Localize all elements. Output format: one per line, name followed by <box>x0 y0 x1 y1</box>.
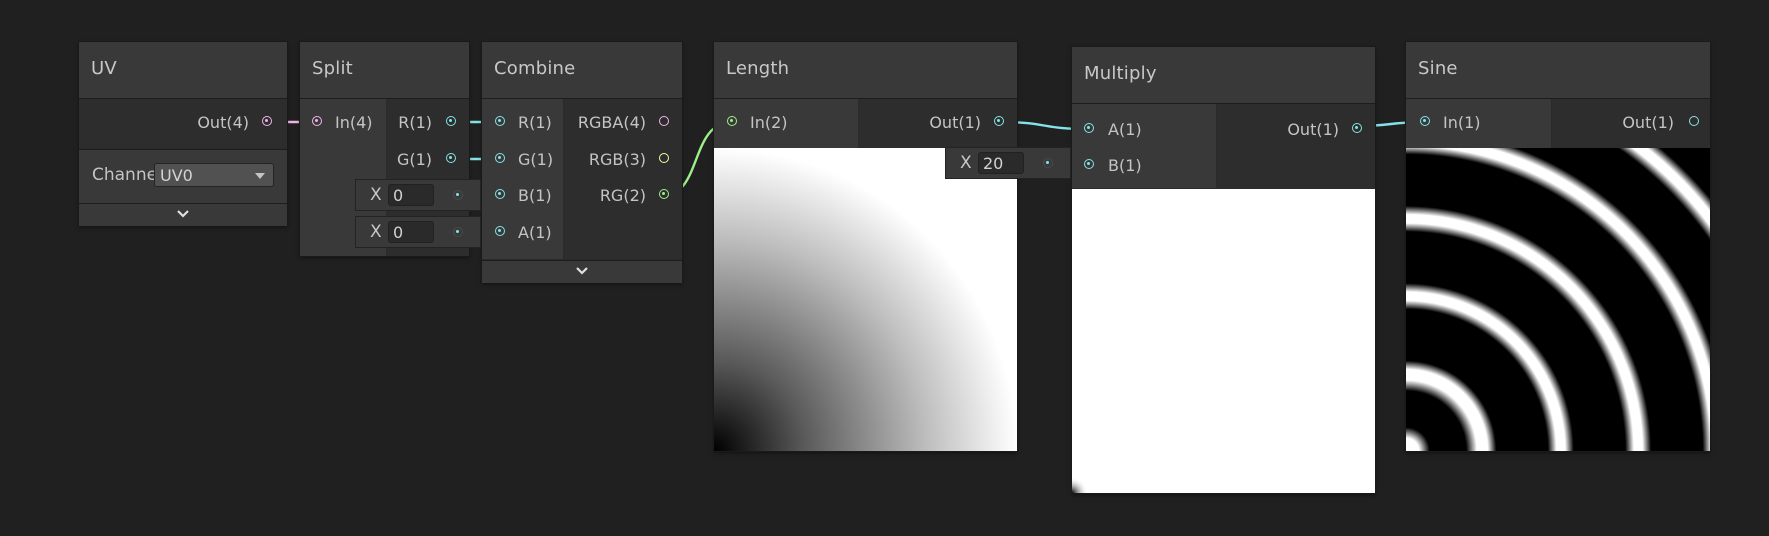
combine-in-a-port[interactable] <box>495 226 505 236</box>
multiply-b-inline-field[interactable]: X 20 <box>946 148 1070 178</box>
multiply-out-port[interactable] <box>1352 123 1362 133</box>
length-inputs: In(2) <box>714 99 858 148</box>
combine-b-inline-port <box>453 190 463 200</box>
uv-outputs: Out(4) <box>79 99 287 148</box>
length-node-title: Length <box>726 58 790 79</box>
combine-expand-button[interactable] <box>482 260 682 283</box>
uv-expand-button[interactable] <box>79 203 287 226</box>
channel-dropdown[interactable]: UV0 <box>154 163 274 187</box>
combine-out-rgba-port[interactable] <box>659 116 669 126</box>
sine-out-label: Out(1) <box>1622 113 1674 132</box>
sine-node[interactable]: Sine In(1) Out(1) <box>1406 42 1710 451</box>
multiply-node[interactable]: Multiply A(1) B(1) Out(1) <box>1072 47 1375 493</box>
sine-preview-image <box>1406 148 1710 451</box>
combine-b-x-label: X <box>370 185 382 205</box>
multiply-in-a-label: A(1) <box>1108 120 1142 139</box>
combine-in-g-label: G(1) <box>518 150 554 169</box>
uv-controls: Channe UV0 <box>79 149 287 203</box>
length-out-label: Out(1) <box>929 113 981 132</box>
multiply-in-b-label: B(1) <box>1108 156 1142 175</box>
sine-preview <box>1406 148 1710 451</box>
multiply-b-x-input[interactable]: 20 <box>978 152 1024 174</box>
combine-out-rgb-port[interactable] <box>659 153 669 163</box>
combine-node-title: Combine <box>494 58 576 79</box>
combine-a-inline-field[interactable]: X 0 <box>356 217 480 247</box>
split-out-r-label: R(1) <box>398 113 432 132</box>
split-out-g-port[interactable] <box>446 153 456 163</box>
multiply-outputs: Out(1) <box>1217 104 1375 188</box>
length-node[interactable]: Length In(2) Out(1) <box>714 42 1017 451</box>
combine-in-g-port[interactable] <box>495 153 505 163</box>
split-node-header[interactable]: Split <box>300 42 469 99</box>
combine-in-b-label: B(1) <box>518 186 552 205</box>
combine-out-rg-label: RG(2) <box>599 186 646 205</box>
multiply-inputs: A(1) B(1) <box>1072 104 1216 188</box>
multiply-b-inline-port <box>1043 158 1053 168</box>
combine-b-x-input[interactable]: 0 <box>388 184 434 206</box>
sine-in-port[interactable] <box>1420 116 1430 126</box>
length-node-header[interactable]: Length <box>714 42 1017 99</box>
multiply-node-header[interactable]: Multiply <box>1072 47 1375 104</box>
split-node-title: Split <box>312 58 353 79</box>
split-out-g-label: G(1) <box>396 150 432 169</box>
combine-a-inline-port <box>453 227 463 237</box>
multiply-preview-image <box>1072 189 1375 493</box>
chevron-down-icon <box>177 210 189 218</box>
multiply-preview <box>1072 189 1375 493</box>
combine-a-x-input[interactable]: 0 <box>388 221 434 243</box>
multiply-node-title: Multiply <box>1084 63 1157 84</box>
multiply-in-b-port[interactable] <box>1084 159 1094 169</box>
combine-inputs: R(1) G(1) B(1) A(1) <box>482 99 563 259</box>
combine-b-inline-field[interactable]: X 0 <box>356 180 480 210</box>
combine-out-rg-port[interactable] <box>659 189 669 199</box>
multiply-in-a-port[interactable] <box>1084 123 1094 133</box>
length-preview-image <box>714 148 1017 451</box>
split-out-r-port[interactable] <box>446 116 456 126</box>
sine-inputs: In(1) <box>1406 99 1551 148</box>
channel-dropdown-value: UV0 <box>160 166 193 185</box>
combine-out-rgb-label: RGB(3) <box>588 150 646 169</box>
channel-label: Channe <box>92 165 158 185</box>
chevron-down-icon <box>255 173 265 179</box>
combine-node[interactable]: Combine R(1) G(1) B(1) A(1) RGBA(4) RGB(… <box>482 42 682 283</box>
combine-in-b-port[interactable] <box>495 189 505 199</box>
combine-out-rgba-label: RGBA(4) <box>577 113 646 132</box>
combine-in-r-label: R(1) <box>518 113 552 132</box>
length-in-port[interactable] <box>727 116 737 126</box>
length-in-label: In(2) <box>750 113 788 132</box>
length-outputs: Out(1) <box>859 99 1017 148</box>
sine-in-label: In(1) <box>1443 113 1481 132</box>
split-in-port[interactable] <box>312 116 322 126</box>
chevron-down-icon <box>576 267 588 275</box>
split-in-label: In(4) <box>335 113 373 132</box>
sine-node-header[interactable]: Sine <box>1406 42 1710 99</box>
multiply-out-label: Out(1) <box>1287 120 1339 139</box>
length-out-port[interactable] <box>994 116 1004 126</box>
uv-out-label: Out(4) <box>197 113 249 132</box>
sine-outputs: Out(1) <box>1552 99 1710 148</box>
uv-out-port[interactable] <box>262 116 272 126</box>
sine-out-port[interactable] <box>1689 116 1699 126</box>
uv-node[interactable]: UV Out(4) Channe UV0 <box>79 42 287 226</box>
sine-node-title: Sine <box>1418 58 1458 79</box>
combine-outputs: RGBA(4) RGB(3) RG(2) <box>564 99 682 259</box>
combine-in-r-port[interactable] <box>495 116 505 126</box>
combine-a-x-label: X <box>370 222 382 242</box>
length-preview <box>714 148 1017 451</box>
combine-node-header[interactable]: Combine <box>482 42 682 99</box>
multiply-b-x-label: X <box>960 153 972 173</box>
combine-in-a-label: A(1) <box>518 223 552 242</box>
uv-node-title: UV <box>91 58 117 79</box>
uv-node-header[interactable]: UV <box>79 42 287 99</box>
